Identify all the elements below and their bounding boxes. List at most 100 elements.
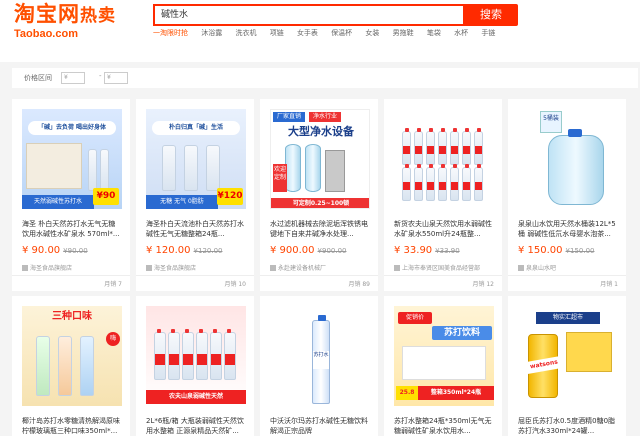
logo-en: Taobao.com [14,28,78,40]
price-row: ¥ 900.00 ¥900.00 [270,245,346,256]
monthly-sales: 月销 10 [224,281,246,288]
price-row: ¥ 120.00 ¥120.00 [146,245,222,256]
product-card[interactable]: 5桶装 泉泉山水饮用天然水桶装12L*5桶 弱碱性低氘水母婴水泡茶... ¥ 1… [508,99,626,291]
hot-links: 一淘限时抢 沐浴露 洗衣机 项链 女手表 保温杯 女装 男拖鞋 笔袋 水杯 手链 [153,28,506,40]
product-title[interactable]: 2L*6瓶/箱 大瓶装弱碱性天然饮用水整箱 正源泉精品天然矿... [146,416,246,436]
product-image[interactable]: 农夫山泉弱碱性天然 [146,306,246,406]
product-card[interactable]: 厂家直销 净水行业 大型净水设备 欢迎定制 可定制0.25~100顿 水过滤机器… [260,99,378,291]
divider [508,275,626,276]
bottle-shape [88,149,97,191]
shop-name: 泉泉山水吧 [526,265,557,272]
product-image[interactable]: 朴白归真「碱」生活 无糖 无气 0脂肪 ¥120 [146,109,246,209]
hot-link[interactable]: 洗衣机 [235,28,256,38]
hot-link[interactable]: 女装 [365,28,379,38]
taobao-logo[interactable]: 淘宝网热卖 Taobao.com [14,2,132,42]
logo-text: 淘宝网 [14,2,80,26]
bottle-shape: 苏打水 [312,315,330,404]
product-card[interactable]: 新货农夫山泉天然饮用水弱碱性水矿泉水550ml升24瓶整... ¥ 33.90 ¥… [384,99,502,291]
search-input[interactable]: 碱性水 [153,4,465,26]
bottle-shape [58,336,72,396]
product-image[interactable]: 「碱」去负荷 喝出好身体 天然弱碱性苏打水 ¥90 [22,109,122,209]
product-title[interactable]: 泉泉山水饮用天然水桶装12L*5桶 弱碱性低氘水母婴水泡茶... [518,219,618,239]
product-card[interactable]: 朴白归真「碱」生活 无糖 无气 0脂肪 ¥120 海圣朴白天流池朴白天然苏打水碱… [136,99,254,291]
monthly-sales: 月销 7 [104,281,122,288]
carton-box [26,143,82,189]
machine-shape [325,150,345,192]
bottle-shape [80,336,94,396]
product-image[interactable]: 促销价 苏打饮料 整箱350ml*24瓶 25.8 [394,306,494,406]
product-card[interactable]: 苏打水 中沃沃尔玛苏打水碱性无糖饮料解渴正宗品牌 [260,296,378,436]
image-badge: 促销价 [398,312,432,324]
image-corner-badge: 嗨 [106,332,120,346]
shop-icon [270,265,276,271]
hot-link[interactable]: 女手表 [297,28,318,38]
original-price: ¥900.00 [317,247,347,255]
image-banner: 朴白归真「碱」生活 [152,121,240,135]
product-price: ¥ 150.00 [518,245,563,256]
product-price: ¥ 90.00 [22,245,61,256]
product-price: ¥ 900.00 [270,245,315,256]
search-button[interactable]: 搜索 [464,4,518,26]
hot-link[interactable]: 水杯 [454,28,468,38]
hot-link[interactable]: 沐浴露 [201,28,222,38]
product-title[interactable]: 椰汁岛苏打水零糖清热解渴原味柠檬玻璃瓶三种口味350ml*... [22,416,122,436]
hot-link[interactable]: 项链 [270,28,284,38]
product-image[interactable]: 三种口味 嗨 [22,306,122,406]
shop-row[interactable]: 泉泉山水吧 [518,263,556,272]
price-max-input[interactable]: ¥ [104,72,128,84]
product-title[interactable]: 海圣朴白天流池朴白天然苏打水碱性无气无糖整箱24瓶... [146,219,246,239]
hot-link[interactable]: 一淘限时抢 [153,28,188,38]
hot-link[interactable]: 手链 [481,28,495,38]
product-card[interactable]: 物实汇超市 watsons 屈臣氏苏打水0.5度酒精0糖0脂苏打汽水330ml*… [508,296,626,436]
image-headline: 苏打饮料 [432,326,492,340]
shop-row[interactable]: 上海市奉贤区国美食品经营部 [394,263,480,272]
image-price-tag: ¥90 [93,188,119,205]
shop-row[interactable]: 海圣食品旗舰店 [146,263,196,272]
monthly-sales: 月销 12 [472,281,494,288]
carton-box [566,332,612,372]
image-price-tag: ¥120 [217,188,243,205]
divider [12,275,130,276]
product-image[interactable] [394,109,494,209]
shop-name: 海圣食品旗舰店 [154,265,197,272]
product-title[interactable]: 苏打水整箱24瓶*350ml无气无糖弱碱性矿泉水饮用水... [394,416,494,436]
can-shape: watsons [524,334,564,398]
price-filter-bar: 价格区间 ¥ - ¥ [12,68,638,88]
product-card[interactable]: 促销价 苏打饮料 整箱350ml*24瓶 25.8 苏打水整箱24瓶*350ml… [384,296,502,436]
monthly-sales: 月销 89 [348,281,370,288]
jug-cap [568,129,582,137]
product-title[interactable]: 新货农夫山泉天然饮用水弱碱性水矿泉水550ml升24瓶整... [394,219,494,239]
product-image[interactable]: 厂家直销 净水行业 大型净水设备 欢迎定制 可定制0.25~100顿 [270,109,370,209]
image-bottom-label: 天然弱碱性苏打水 [22,195,94,209]
shop-icon [146,265,152,271]
shop-row[interactable]: 海圣食品旗舰店 [22,263,72,272]
hot-link[interactable]: 保温杯 [331,28,352,38]
bottle-shape [100,149,109,191]
hot-link[interactable]: 笔袋 [427,28,441,38]
product-title[interactable]: 中沃沃尔玛苏打水碱性无糖饮料解渴正宗品牌 [270,416,370,436]
monthly-sales: 月销 1 [600,281,618,288]
original-price: ¥33.90 [435,247,460,255]
product-card[interactable]: 「碱」去负荷 喝出好身体 天然弱碱性苏打水 ¥90 海圣 朴白天然苏打水无气无糖… [12,99,130,291]
product-card[interactable]: 农夫山泉弱碱性天然 2L*6瓶/箱 大瓶装弱碱性天然饮用水整箱 正源泉精品天然矿… [136,296,254,436]
image-badge: 物实汇超市 [536,312,600,324]
shop-row[interactable]: 永赴建设备机械厂 [270,263,326,272]
price-min-input[interactable]: ¥ [61,72,85,84]
product-card[interactable]: 三种口味 嗨 椰汁岛苏打水零糖清热解渴原味柠檬玻璃瓶三种口味350ml*... [12,296,130,436]
image-price-tag: 25.8 [396,386,418,400]
product-title[interactable]: 屈臣氏苏打水0.5度酒精0糖0脂苏打汽水330ml*24罐... [518,416,618,436]
water-jug-shape [548,135,604,205]
hot-link[interactable]: 男拖鞋 [393,28,414,38]
product-image[interactable]: 物实汇超市 watsons [518,306,618,406]
image-bottom-label: 整箱350ml*24瓶 [418,386,494,400]
image-badge: 厂家直销 [273,112,305,122]
shop-name: 海圣食品旗舰店 [30,265,73,272]
product-title[interactable]: 水过滤机器械去除泥垢浑铁锈电键地下自来井碱净水处理... [270,219,370,239]
tank-shape [305,144,321,192]
product-title[interactable]: 海圣 朴白天然苏打水无气无糖饮用水碱性水矿泉水 570ml*... [22,219,122,239]
shop-icon [518,265,524,271]
bottle-label: 苏打水 [313,351,329,369]
bottle-shape [206,145,220,191]
product-image[interactable]: 苏打水 [270,306,370,406]
product-image[interactable]: 5桶装 [518,109,618,209]
